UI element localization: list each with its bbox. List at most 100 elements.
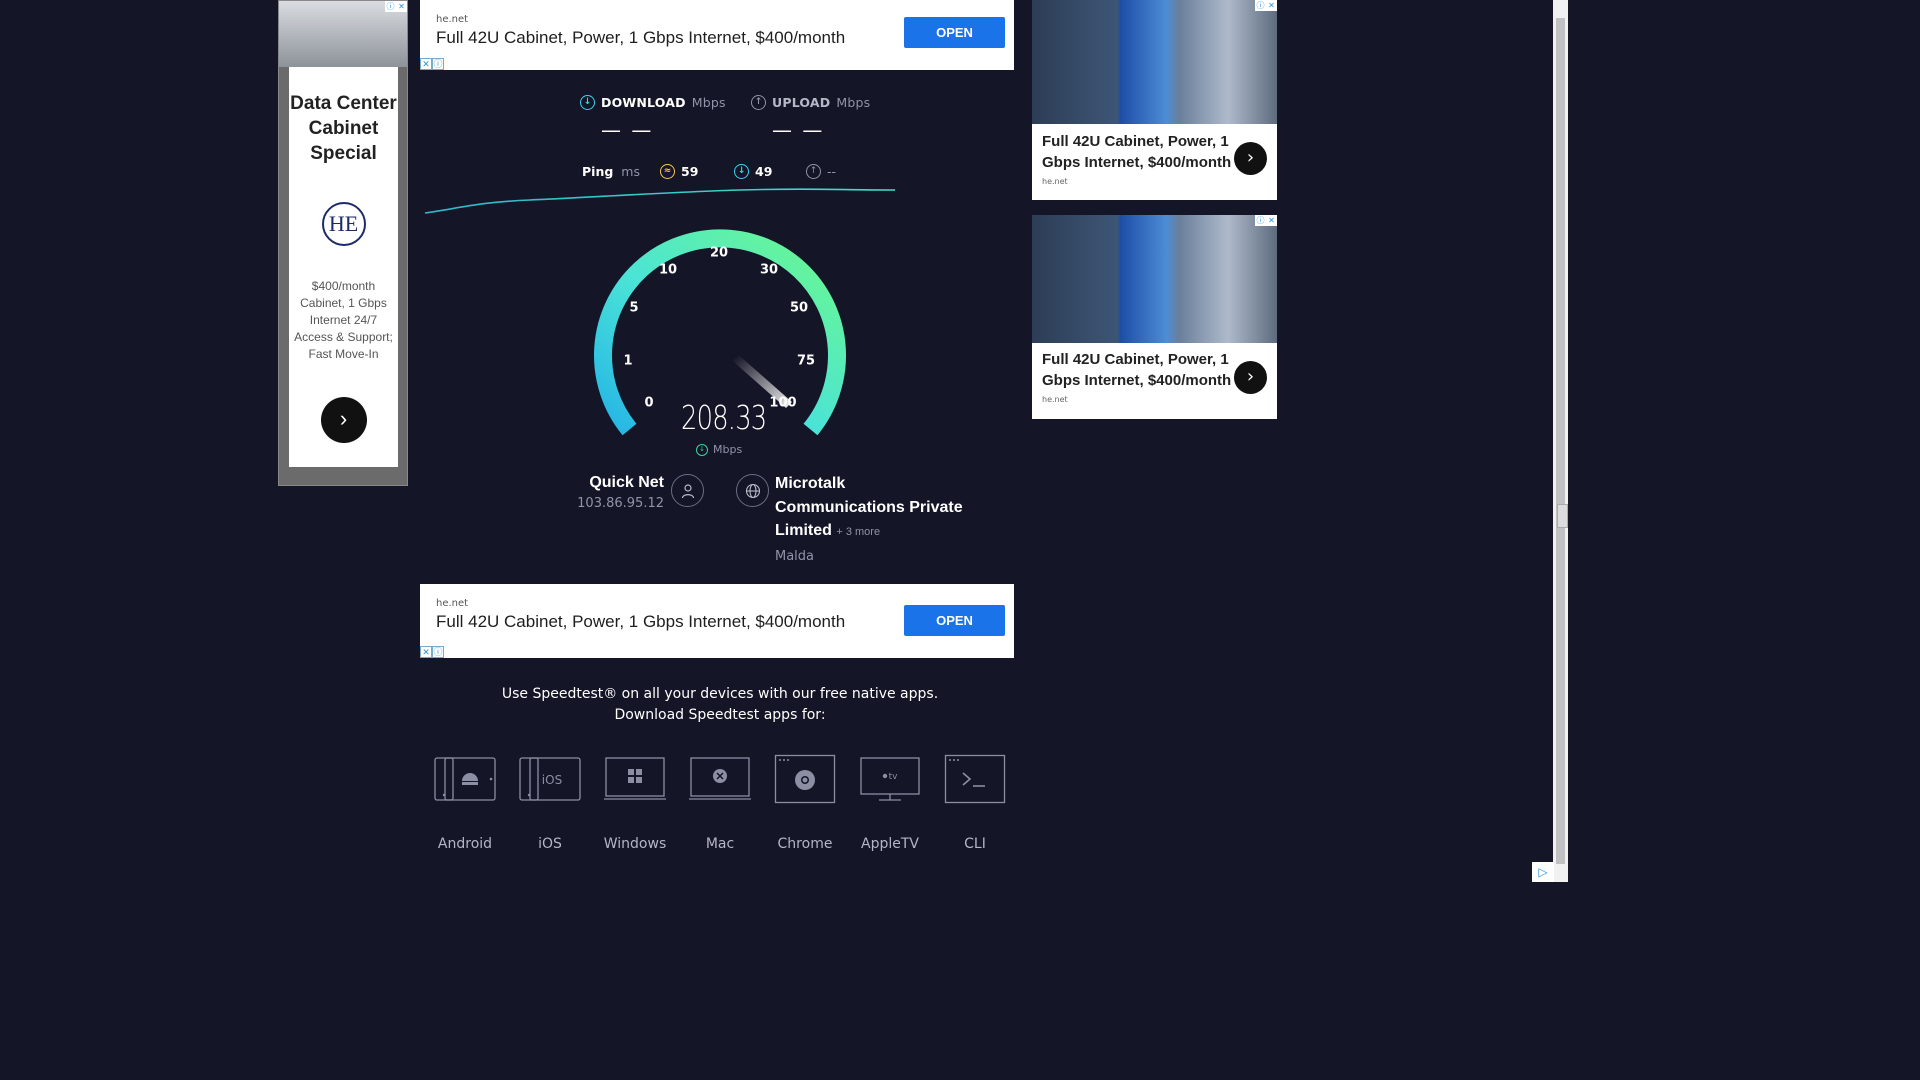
appletv-icon[interactable]: tv — [859, 754, 921, 804]
ad-headline[interactable]: Full 42U Cabinet, Power, 1 Gbps Internet… — [1042, 349, 1232, 391]
ad-info-icon[interactable]: ⓘ — [432, 646, 444, 658]
ad-info-icon[interactable]: ⓘ — [1255, 0, 1266, 11]
ad-description: $400/month Cabinet, 1 Gbps Internet 24/7… — [294, 279, 393, 361]
upload-unit: Mbps — [836, 95, 871, 110]
gauge-tick-0: 0 — [644, 395, 654, 411]
user-glyph — [681, 483, 694, 498]
app-windows-label[interactable]: Windows — [592, 836, 678, 852]
chrome-glyph — [774, 754, 836, 804]
app-mac-label[interactable]: Mac — [677, 836, 763, 852]
banner-open-button[interactable]: OPEN — [904, 605, 1005, 636]
ios-icon-text: iOS — [542, 773, 562, 787]
right-ad-2[interactable]: ⓘ ✕ Full 42U Cabinet, Power, 1 Gbps Inte… — [1032, 215, 1277, 419]
banner-open-button[interactable]: OPEN — [904, 17, 1005, 48]
ping-unit: ms — [621, 164, 640, 179]
apps-promo-line1: Use Speedtest® on all your devices with … — [501, 686, 939, 702]
windows-icon[interactable] — [604, 754, 666, 804]
cli-icon[interactable] — [944, 754, 1006, 804]
ad-headline[interactable]: Full 42U Cabinet, Power, 1 Gbps Internet… — [1042, 131, 1232, 173]
download-arrow-icon: ↓ — [580, 95, 595, 110]
right-ad-1[interactable]: ⓘ ✕ Full 42U Cabinet, Power, 1 Gbps Inte… — [1032, 0, 1277, 200]
speed-readout: 208.33 — [670, 398, 770, 437]
top-banner-ad[interactable]: he.net Full 42U Cabinet, Power, 1 Gbps I… — [420, 0, 1014, 70]
ad-choices[interactable]: ✕ ⓘ — [420, 58, 444, 70]
gauge-tick-100: 100 — [769, 395, 797, 411]
bottom-banner-ad[interactable]: he.net Full 42U Cabinet, Power, 1 Gbps I… — [420, 584, 1014, 658]
page-scrollbar[interactable] — [1553, 0, 1568, 882]
ad-choices[interactable]: ⓘ ✕ — [1255, 215, 1277, 226]
ad-source: he.net — [1042, 177, 1068, 186]
appletv-icon-text: tv — [889, 772, 899, 782]
app-windows[interactable]: Windows — [592, 754, 678, 852]
ad-choices[interactable]: ✕ ⓘ — [420, 646, 444, 658]
ping-row: Ping ms — [582, 164, 640, 179]
gauge-tick-50: 50 — [789, 300, 809, 316]
app-chrome[interactable]: Chrome — [762, 754, 848, 852]
upload-value: — — — [772, 118, 825, 142]
server-city: Malda — [775, 548, 815, 564]
ad-choices[interactable]: ⓘ ✕ — [1255, 0, 1277, 11]
adchoices-icon[interactable]: ▷ — [1532, 862, 1554, 882]
ad-source: he.net — [1042, 395, 1068, 404]
upload-ping-icon: ↑ — [806, 164, 821, 179]
android-glyph — [434, 757, 496, 801]
current-speed-unit: Mbps — [713, 443, 743, 456]
app-android-label[interactable]: Android — [422, 836, 508, 852]
speed-unit-row: ↓ Mbps — [696, 443, 742, 456]
ad-arrow-button[interactable]: › — [1234, 361, 1267, 394]
gauge-tick-30: 30 — [759, 262, 779, 278]
ad-info-icon[interactable]: ⓘ — [1255, 215, 1266, 226]
ad-close-icon[interactable]: ✕ — [420, 58, 432, 70]
ad-arrow-button[interactable]: › — [1234, 142, 1267, 175]
download-ping-icon: ↓ — [734, 164, 749, 179]
download-ping-value: 49 — [755, 164, 773, 179]
chevron-right-icon: › — [1246, 147, 1255, 168]
ad-close-icon[interactable]: ✕ — [396, 1, 407, 12]
download-small-icon: ↓ — [696, 443, 708, 456]
app-ios-label[interactable]: iOS — [507, 836, 593, 852]
app-ios[interactable]: iOS iOS — [507, 754, 593, 852]
ad-card[interactable]: Data Center Cabinet Special HE $400/mont… — [289, 67, 398, 467]
gauge-tick-75: 75 — [796, 353, 816, 369]
server-info[interactable]: Microtalk Communications Private Limited… — [775, 472, 975, 564]
windows-glyph — [604, 757, 666, 800]
isp-ip: 103.86.95.12 — [577, 496, 664, 511]
left-skyscraper-ad[interactable]: ⓘ ✕ Data Center Cabinet Special HE $400/… — [278, 0, 408, 486]
app-mac[interactable]: Mac — [677, 754, 763, 852]
ad-arrow-button[interactable]: › — [320, 397, 367, 443]
globe-icon[interactable] — [736, 474, 769, 507]
ios-icon[interactable]: iOS — [519, 754, 581, 804]
app-appletv-label[interactable]: AppleTV — [847, 836, 933, 852]
globe-glyph — [745, 483, 760, 498]
chevron-right-icon: › — [339, 406, 348, 431]
server-name[interactable]: Microtalk Communications Private Limited… — [775, 472, 975, 545]
app-cli[interactable]: CLI — [932, 754, 1018, 852]
apps-promo-line2: Download Speedtest apps for: — [614, 707, 826, 723]
idle-ping-value: 59 — [681, 164, 699, 179]
app-appletv[interactable]: tv AppleTV — [847, 754, 933, 852]
scrollbar-thumb[interactable] — [1556, 18, 1565, 864]
upload-header: ↑ UPLOAD Mbps — [751, 95, 870, 110]
gauge-tick-5: 5 — [629, 300, 639, 316]
ad-close-icon[interactable]: ✕ — [1266, 0, 1277, 11]
app-android[interactable]: Android — [422, 754, 508, 852]
ad-info-icon[interactable]: ⓘ — [385, 1, 396, 12]
banner-headline[interactable]: Full 42U Cabinet, Power, 1 Gbps Internet… — [436, 28, 845, 48]
chrome-icon[interactable] — [774, 754, 836, 804]
ad-choices[interactable]: ⓘ ✕ — [385, 1, 407, 12]
idle-ping-icon: ≈ — [660, 164, 675, 179]
user-icon — [671, 474, 704, 507]
ad-info-icon[interactable]: ⓘ — [432, 58, 444, 70]
ad-close-icon[interactable]: ✕ — [420, 646, 432, 658]
mac-glyph — [689, 757, 751, 800]
side-ad-tab[interactable] — [1557, 504, 1568, 528]
android-icon[interactable] — [434, 754, 496, 804]
server-more[interactable]: + 3 more — [836, 526, 880, 538]
mac-icon[interactable] — [689, 754, 751, 804]
ad-close-icon[interactable]: ✕ — [1266, 215, 1277, 226]
app-chrome-label[interactable]: Chrome — [762, 836, 848, 852]
ad-photo — [1032, 215, 1277, 343]
app-cli-label[interactable]: CLI — [932, 836, 1018, 852]
banner-headline[interactable]: Full 42U Cabinet, Power, 1 Gbps Internet… — [436, 612, 845, 632]
banner-domain: he.net — [436, 14, 469, 25]
